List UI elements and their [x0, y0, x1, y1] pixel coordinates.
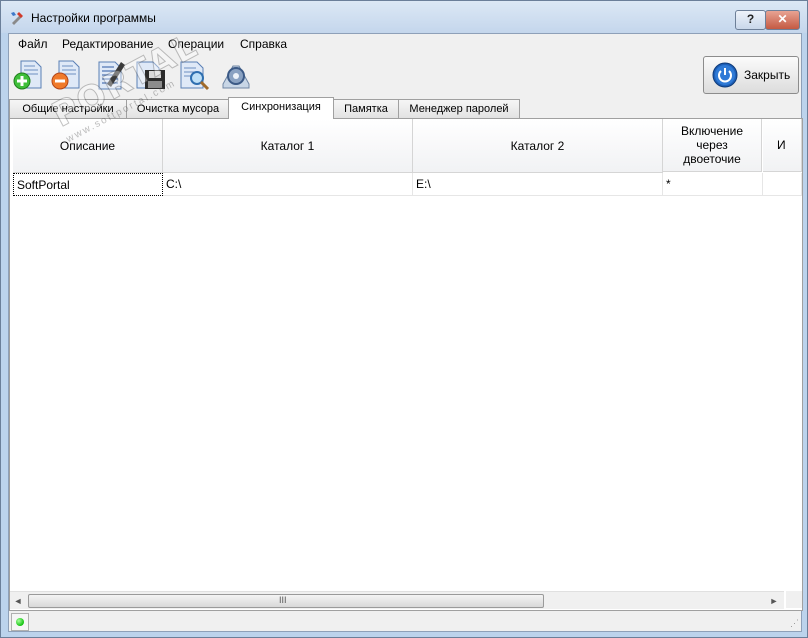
table-cell-include-colon[interactable]: *: [663, 173, 763, 196]
column-header-catalog-1[interactable]: Каталог 1: [163, 119, 413, 173]
title-bar[interactable]: Настройки программы ? ✕: [1, 1, 807, 33]
window-title: Настройки программы: [31, 11, 156, 25]
resize-grip-icon[interactable]: ⋰: [790, 618, 799, 629]
menu-help[interactable]: Справка: [237, 36, 290, 52]
table-cell-truncated[interactable]: [763, 173, 802, 196]
close-program-button[interactable]: Закрыть: [703, 56, 799, 94]
help-button[interactable]: ?: [735, 10, 766, 30]
toolbar: Закрыть: [9, 54, 801, 98]
column-header-catalog-2[interactable]: Каталог 2: [413, 119, 663, 173]
power-icon: [712, 62, 738, 88]
tab-strip: Общие настройки Очистка мусора Синхрониз…: [9, 97, 801, 119]
menu-operations[interactable]: Операции: [165, 36, 227, 52]
search-icon[interactable]: [177, 58, 211, 92]
tab-synchronization[interactable]: Синхронизация: [228, 97, 334, 119]
column-header-description[interactable]: Описание: [13, 119, 163, 173]
horizontal-scrollbar[interactable]: ◄ III ►: [10, 591, 784, 609]
tab-password-manager[interactable]: Менеджер паролей: [398, 99, 520, 118]
tab-junk-cleanup[interactable]: Очистка мусора: [126, 99, 230, 118]
column-header-truncated[interactable]: И: [763, 119, 802, 172]
scroll-corner: [786, 591, 802, 608]
save-icon[interactable]: [133, 58, 167, 92]
menu-edit[interactable]: Редактирование: [59, 36, 156, 52]
sync-panel: Описание Каталог 1 Каталог 2 Включение ч…: [9, 118, 803, 611]
settings-window: Настройки программы ? ✕ Файл Редактирова…: [0, 0, 808, 638]
column-header-include-colon[interactable]: Включение через двоеточие: [663, 119, 762, 172]
status-indicator-pane: [11, 613, 29, 631]
close-program-label: Закрыть: [744, 68, 791, 82]
tab-memo[interactable]: Памятка: [333, 99, 399, 118]
sync-grid: Описание Каталог 1 Каталог 2 Включение ч…: [10, 119, 802, 589]
settings-icon[interactable]: [219, 58, 253, 92]
table-cell-catalog-2[interactable]: E:\: [413, 173, 663, 196]
scroll-grip: III: [279, 595, 287, 605]
app-icon: [11, 12, 23, 25]
scroll-thumb[interactable]: III: [28, 594, 544, 608]
tab-general-settings[interactable]: Общие настройки: [9, 99, 127, 118]
scroll-left-arrow[interactable]: ◄: [12, 595, 24, 607]
add-icon[interactable]: [11, 58, 45, 92]
menu-file[interactable]: Файл: [15, 36, 51, 52]
table-cell-description[interactable]: SoftPortal: [13, 173, 163, 196]
menu-bar: Файл Редактирование Операции Справка: [9, 34, 801, 54]
status-bar: ⋰: [9, 612, 801, 631]
remove-icon[interactable]: [49, 58, 83, 92]
edit-icon[interactable]: [93, 58, 127, 92]
status-led-icon: [16, 618, 24, 626]
table-cell-catalog-1[interactable]: C:\: [163, 173, 413, 196]
client-area: Файл Редактирование Операции Справка Зак…: [8, 33, 803, 632]
window-close-button[interactable]: ✕: [765, 10, 800, 30]
scroll-right-arrow[interactable]: ►: [768, 595, 780, 607]
